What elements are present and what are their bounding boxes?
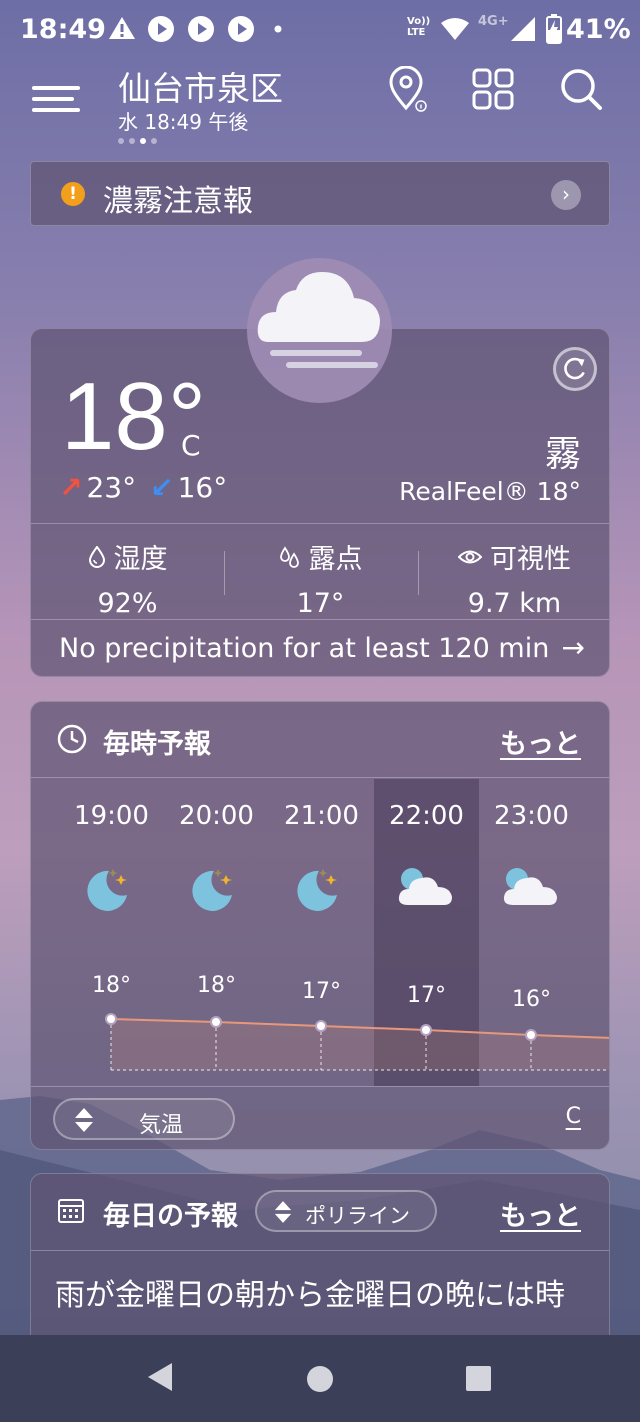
status-time: 18:49 xyxy=(20,14,106,45)
arrow-right-icon[interactable]: → xyxy=(562,631,585,664)
grid-icon[interactable] xyxy=(470,66,518,114)
moon-stars-icon xyxy=(87,869,127,911)
visibility-value: 9.7 km xyxy=(467,588,562,619)
metric-dewpoint: 露点 17° xyxy=(224,537,417,619)
back-icon[interactable] xyxy=(146,1361,174,1393)
humidity-value: 92% xyxy=(97,588,158,619)
app-header: 仙台市泉区 水 18:49 午後 xyxy=(0,60,640,150)
moon-cloud-icon xyxy=(398,868,452,905)
realfeel-text: RealFeel® 18° xyxy=(399,477,581,506)
play-icon xyxy=(228,16,254,42)
sort-icon xyxy=(274,1201,292,1223)
network-type: 4G+ xyxy=(478,14,509,29)
system-nav-bar xyxy=(0,1335,640,1422)
search-icon[interactable] xyxy=(558,66,606,114)
moon-stars-icon xyxy=(192,869,232,911)
divider xyxy=(31,1086,609,1087)
divider xyxy=(31,777,609,778)
battery-level: 41% xyxy=(566,14,631,45)
play-icon xyxy=(188,16,214,42)
daily-view-toggle[interactable]: ポリライン xyxy=(255,1190,437,1232)
fog-advisory-alert[interactable]: ! 濃霧注意報 › xyxy=(30,161,610,226)
daily-more-link[interactable]: もっと xyxy=(500,1194,581,1233)
play-icon xyxy=(148,16,174,42)
status-bar: 18:49 Vo)) LTE 4G+ 41% xyxy=(0,0,640,60)
calendar-icon xyxy=(58,1199,84,1223)
humidity-icon xyxy=(88,545,105,568)
wifi-icon xyxy=(441,18,469,40)
recents-icon[interactable] xyxy=(465,1365,492,1392)
page-indicator xyxy=(118,138,157,144)
location-title[interactable]: 仙台市泉区 xyxy=(118,62,283,110)
temperature-unit: C xyxy=(181,429,201,462)
high-low-temps: ↗ 23° ↙ 16° xyxy=(59,471,227,504)
arrow-up-icon: ↗ xyxy=(59,471,83,504)
notification-dot-icon xyxy=(274,25,282,33)
volte-badge: Vo)) LTE xyxy=(407,16,431,38)
home-icon[interactable] xyxy=(306,1365,334,1393)
refresh-icon[interactable] xyxy=(553,347,597,391)
daily-forecast-card: 毎日の予報 ポリライン もっと 雨が金曜日の朝から金曜日の晩には時 xyxy=(30,1173,610,1343)
warning-icon xyxy=(109,17,135,39)
unit-toggle-link[interactable]: C xyxy=(566,1104,581,1129)
fog-icon xyxy=(257,272,380,368)
moon-cloud-icon xyxy=(503,868,557,905)
divider xyxy=(31,1250,609,1251)
high-temp: 23° xyxy=(86,471,137,504)
chevron-right-icon[interactable]: › xyxy=(551,180,581,210)
hourly-more-link[interactable]: もっと xyxy=(500,722,581,761)
dewpoint-icon xyxy=(279,545,299,568)
location-pin-icon[interactable] xyxy=(384,66,432,114)
condition-text: 霧 xyxy=(544,434,581,475)
dewpoint-value: 17° xyxy=(296,588,345,619)
battery-charging-icon xyxy=(546,14,562,44)
metric-humidity: 湿度 92% xyxy=(31,537,224,619)
metric-visibility: 可視性 9.7 km xyxy=(418,537,611,619)
clock-icon xyxy=(57,724,87,754)
metric-toggle-button[interactable]: 気温 xyxy=(53,1098,235,1140)
hourly-forecast-card: 毎時予報 もっと 19:00 18° 20:00 18° 21:00 17° 2… xyxy=(30,701,610,1150)
sort-icon xyxy=(75,1108,93,1132)
divider xyxy=(31,619,609,620)
daily-title: 毎日の予報 xyxy=(103,1201,238,1232)
daily-summary-text: 雨が金曜日の朝から金曜日の晩には時 xyxy=(55,1278,565,1313)
divider xyxy=(31,523,609,524)
arrow-down-icon: ↙ xyxy=(150,471,174,504)
signal-icon xyxy=(511,17,535,41)
alert-text: 濃霧注意報 xyxy=(103,184,253,219)
location-datetime: 水 18:49 午後 xyxy=(118,110,249,134)
precipitation-link[interactable]: No precipitation for at least 120 min xyxy=(59,633,549,664)
menu-icon[interactable] xyxy=(28,74,88,118)
low-temp: 16° xyxy=(177,471,228,504)
alert-icon: ! xyxy=(61,182,85,206)
moon-stars-icon xyxy=(297,869,337,911)
hourly-title: 毎時予報 xyxy=(103,729,211,760)
temperature-graph xyxy=(105,1013,609,1071)
eye-icon xyxy=(458,550,482,563)
